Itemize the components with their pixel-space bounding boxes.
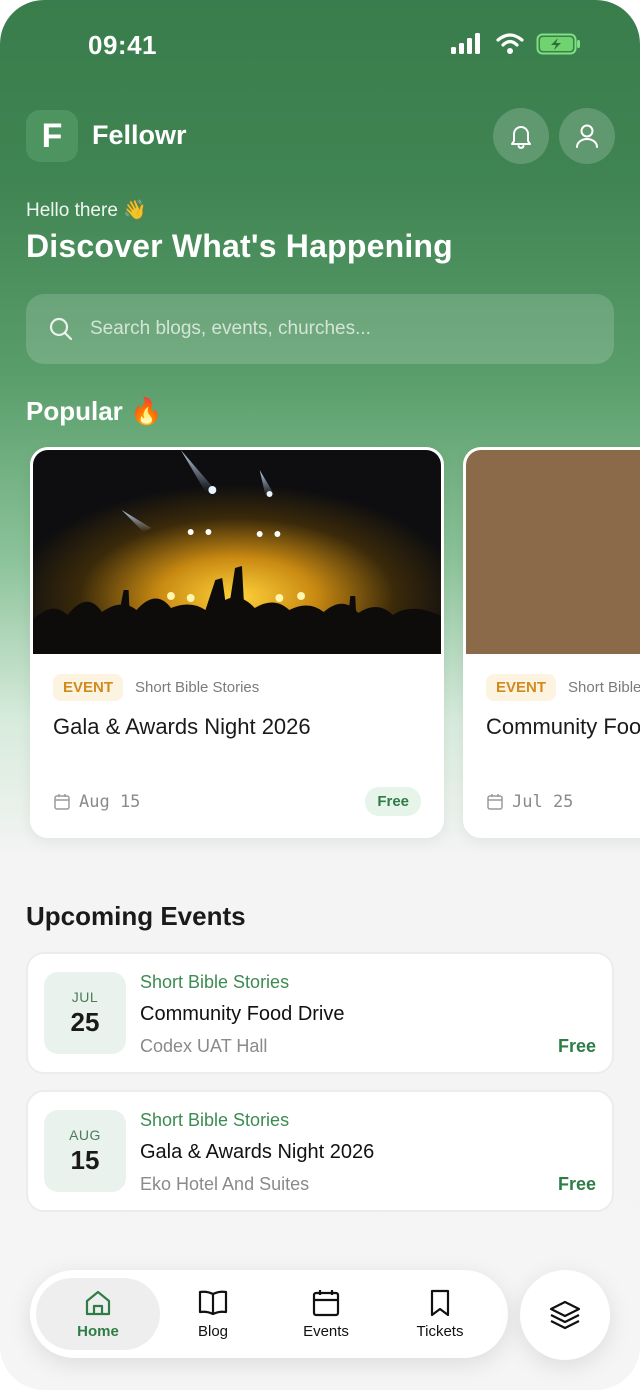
app-screen: 09:41 F Fellowr Hello there 👋 Discover W… <box>0 0 640 1390</box>
layers-button[interactable] <box>520 1270 610 1360</box>
event-venue: Eko Hotel And Suites <box>140 1174 310 1194</box>
status-time: 09:41 <box>88 30 157 60</box>
event-day: 25 <box>70 1006 100 1037</box>
card-date: Aug 15 <box>53 792 140 812</box>
search-bar[interactable] <box>26 294 614 364</box>
card-image-placeholder <box>466 450 640 654</box>
search-input[interactable] <box>90 318 570 340</box>
profile-button[interactable] <box>559 108 615 164</box>
card-title: Gala & Awards Night 2026 <box>53 714 311 739</box>
card-category: Short Bible Stories <box>568 679 640 696</box>
bookmark-icon <box>430 1289 450 1317</box>
signal-icon <box>451 33 480 54</box>
event-date-box: JUL 25 <box>44 972 126 1054</box>
card-date-text: Jul 25 <box>512 792 574 812</box>
nav-home[interactable]: Home <box>36 1278 160 1350</box>
notifications-button[interactable] <box>493 108 549 164</box>
nav-tickets[interactable]: Tickets <box>385 1278 495 1350</box>
status-bar: 09:41 <box>0 0 640 95</box>
price-badge: Free <box>365 787 421 816</box>
card-date-text: Aug 15 <box>79 792 141 812</box>
app-name: Fellowr <box>92 120 187 150</box>
battery-icon <box>536 33 580 55</box>
nav-blog[interactable]: Blog <box>158 1278 268 1350</box>
status-icons <box>450 33 582 55</box>
app-header: F Fellowr <box>26 108 616 164</box>
card-title: Community Food Drive <box>486 714 640 739</box>
event-month: AUG <box>69 1126 101 1143</box>
event-title: Community Food Drive <box>140 1003 345 1025</box>
calendar-icon <box>487 794 503 810</box>
card-meta: EVENT Short Bible Stories <box>486 674 640 701</box>
card-category: Short Bible Stories <box>135 679 260 696</box>
nav-home-label: Home <box>77 1323 119 1340</box>
event-list-item[interactable]: JUL 25 Short Bible Stories Community Foo… <box>26 952 614 1074</box>
logo-letter: F <box>41 116 63 155</box>
event-category: Short Bible Stories <box>140 1110 290 1130</box>
layers-icon <box>549 1300 581 1330</box>
home-icon <box>85 1290 111 1316</box>
event-price: Free <box>557 1174 596 1194</box>
section-title-upcoming: Upcoming Events <box>26 901 246 931</box>
app-logo: F <box>26 110 78 162</box>
popular-card[interactable]: EVENT Short Bible Stories Community Food… <box>463 447 640 838</box>
calendar-icon <box>312 1290 340 1317</box>
card-meta: EVENT Short Bible Stories <box>53 674 259 701</box>
search-icon <box>49 317 73 341</box>
event-venue: Codex UAT Hall <box>140 1036 268 1056</box>
bottom-nav: Home Blog Events Tickets <box>30 1270 508 1358</box>
nav-tickets-label: Tickets <box>416 1323 464 1340</box>
event-date-box: AUG 15 <box>44 1110 126 1192</box>
section-title-popular: Popular 🔥 <box>26 396 163 426</box>
event-tag: EVENT <box>486 674 557 701</box>
event-list-item[interactable]: AUG 15 Short Bible Stories Gala & Awards… <box>26 1090 614 1212</box>
event-month: JUL <box>71 988 99 1005</box>
popular-card[interactable]: EVENT Short Bible Stories Gala & Awards … <box>30 447 444 838</box>
book-icon <box>198 1290 228 1316</box>
nav-events-label: Events <box>303 1323 349 1340</box>
greeting-text: Hello there 👋 <box>26 200 147 221</box>
event-tag: EVENT <box>53 674 124 701</box>
wifi-icon <box>496 33 524 54</box>
event-category: Short Bible Stories <box>140 972 290 992</box>
page-title: Discover What's Happening <box>26 228 453 264</box>
user-icon <box>576 124 598 148</box>
bell-icon <box>511 126 531 149</box>
card-date: Jul 25 <box>486 792 573 812</box>
event-title: Gala & Awards Night 2026 <box>140 1141 375 1163</box>
concert-image <box>33 450 441 654</box>
nav-blog-label: Blog <box>197 1323 229 1340</box>
nav-events[interactable]: Events <box>271 1278 381 1350</box>
event-price: Free <box>557 1036 596 1056</box>
calendar-icon <box>54 794 70 810</box>
event-day: 15 <box>70 1144 100 1175</box>
